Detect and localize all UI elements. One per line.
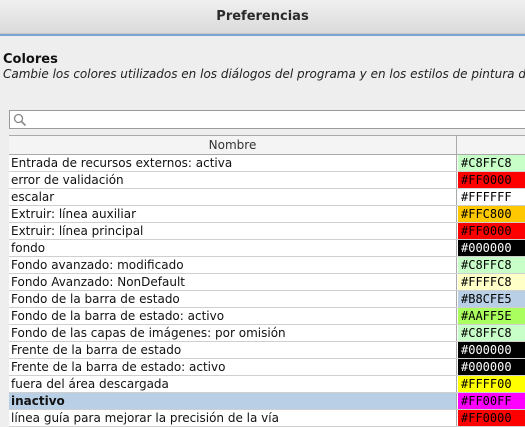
table-row[interactable]: error de validación #FF0000 [9, 172, 525, 189]
color-name-cell[interactable]: error de validación [9, 172, 457, 188]
color-value-cell[interactable]: #FF0000 [457, 410, 525, 426]
table-row[interactable]: inactivo #FF00FF [9, 393, 525, 410]
section-title: Colores [3, 52, 58, 67]
color-name-cell[interactable]: escalar [9, 189, 457, 205]
color-name-cell[interactable]: Fondo avanzado: modificado [9, 257, 457, 273]
color-name-cell[interactable]: Fondo de las capas de imágenes: por omis… [9, 325, 457, 341]
color-value-cell[interactable]: #FFFF00 [457, 376, 525, 392]
color-name-cell[interactable]: Fondo Avanzado: NonDefault [9, 274, 457, 290]
table-body: Entrada de recursos externos: activa #C8F… [9, 155, 525, 427]
window-title: Preferencias [216, 9, 309, 24]
color-name-cell[interactable]: Frente de la barra de estado: activo [9, 359, 457, 375]
color-name-cell[interactable]: fuera del área descargada [9, 376, 457, 392]
color-value-cell[interactable]: #FF0000 [457, 223, 525, 239]
table-row[interactable]: Fondo avanzado: modificado #C8FFC8 [9, 257, 525, 274]
color-value-cell[interactable]: #000000 [457, 342, 525, 358]
table-row[interactable]: Entrada de recursos externos: activa #C8F… [9, 155, 525, 172]
column-header-name[interactable]: Nombre [9, 136, 457, 154]
color-value-cell[interactable]: #000000 [457, 240, 525, 256]
color-value-cell[interactable]: #000000 [457, 359, 525, 375]
color-name-cell[interactable]: línea guía para mejorar la precisión de … [9, 410, 457, 426]
table-row[interactable]: escalar #FFFFFF [9, 189, 525, 206]
color-name-cell[interactable]: Extruir: línea auxiliar [9, 206, 457, 222]
table-row[interactable]: Fondo Avanzado: NonDefault #FFFFC8 [9, 274, 525, 291]
table-row[interactable]: Fondo de la barra de estado #B8CFE5 [9, 291, 525, 308]
color-name-cell[interactable]: Extruir: línea principal [9, 223, 457, 239]
color-value-cell[interactable]: #FFFFC8 [457, 274, 525, 290]
table-row[interactable]: Extruir: línea auxiliar #FFC800 [9, 206, 525, 223]
color-name-cell[interactable]: Entrada de recursos externos: activa [9, 155, 457, 171]
colors-table: Nombre Entrada de recursos externos: act… [9, 135, 525, 427]
table-row[interactable]: línea guía para mejorar la precisión de … [9, 410, 525, 427]
color-name-cell[interactable]: fondo [9, 240, 457, 256]
color-name-cell[interactable]: inactivo [9, 393, 457, 409]
color-value-cell[interactable]: #FF0000 [457, 172, 525, 188]
table-header: Nombre [9, 135, 525, 155]
color-name-cell[interactable]: Frente de la barra de estado [9, 342, 457, 358]
section-description: Cambie los colores utilizados en los diá… [3, 67, 525, 81]
color-value-cell[interactable]: #FF00FF [457, 393, 525, 409]
color-value-cell[interactable]: #B8CFE5 [457, 291, 525, 307]
color-name-cell[interactable]: Fondo de la barra de estado [9, 291, 457, 307]
table-row[interactable]: Frente de la barra de estado #000000 [9, 342, 525, 359]
titlebar-divider [0, 34, 525, 36]
table-row[interactable]: Fondo de la barra de estado: activo #AAFF… [9, 308, 525, 325]
color-value-cell[interactable]: #FFC800 [457, 206, 525, 222]
table-row[interactable]: Frente de la barra de estado: activo #000… [9, 359, 525, 376]
table-row[interactable]: Fondo de las capas de imágenes: por omis… [9, 325, 525, 342]
color-name-cell[interactable]: Fondo de la barra de estado: activo [9, 308, 457, 324]
color-value-cell[interactable]: #C8FFC8 [457, 257, 525, 273]
column-header-color[interactable] [457, 136, 525, 154]
search-field[interactable] [9, 110, 525, 129]
color-value-cell[interactable]: #FFFFFF [457, 189, 525, 205]
table-row[interactable]: fondo #000000 [9, 240, 525, 257]
search-input[interactable] [30, 111, 525, 128]
search-icon [13, 113, 27, 127]
table-row[interactable]: Extruir: línea principal #FF0000 [9, 223, 525, 240]
color-value-cell[interactable]: #C8FFC8 [457, 155, 525, 171]
color-value-cell[interactable]: #AAFF5E [457, 308, 525, 324]
window-titlebar: Preferencias [0, 0, 525, 34]
color-value-cell[interactable]: #C8FFC8 [457, 325, 525, 341]
table-row[interactable]: fuera del área descargada #FFFF00 [9, 376, 525, 393]
